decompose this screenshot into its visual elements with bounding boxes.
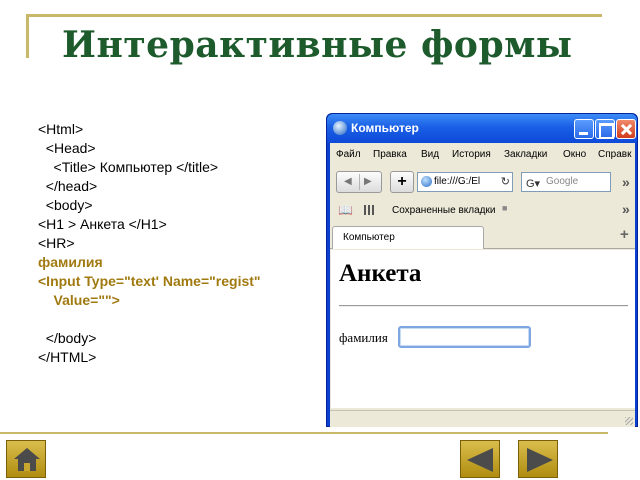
page-hr	[339, 305, 629, 307]
back-forward-group: ◀ ▶	[336, 171, 382, 193]
page-content: Анкета фамилия	[331, 250, 629, 408]
code-line: </head>	[38, 178, 98, 194]
maximize-button[interactable]	[595, 119, 615, 139]
bookmark-separator-icon: ■	[502, 203, 508, 213]
code-line: <Head>	[38, 140, 96, 156]
previous-slide-button[interactable]	[460, 440, 500, 478]
menu-bar: Файл Правка Вид История Закладки Окно Сп…	[330, 143, 635, 165]
frame-left-line	[26, 14, 29, 58]
forward-arrow-icon[interactable]: ▶	[364, 176, 372, 187]
frame-top-line	[26, 14, 602, 17]
minimize-button[interactable]	[574, 119, 594, 139]
menu-view[interactable]: Вид	[421, 149, 439, 160]
menu-history[interactable]: История	[452, 149, 491, 160]
reload-icon[interactable]: ↻	[501, 173, 510, 191]
home-icon-door	[24, 463, 30, 471]
search-placeholder: Google	[546, 176, 579, 187]
resize-grip-icon[interactable]	[625, 417, 633, 425]
search-box[interactable]: G▾ Google	[521, 172, 611, 192]
google-search-icon: G▾	[526, 178, 541, 190]
saved-tabs-bookmark[interactable]: Сохраненные вкладки	[392, 205, 495, 216]
menu-file[interactable]: Файл	[336, 149, 361, 160]
url-text: file:///G:/El	[434, 176, 481, 187]
menu-help[interactable]: Справк	[598, 149, 631, 160]
frame-bottom-line	[0, 432, 608, 434]
back-arrow-icon[interactable]: ◀	[344, 176, 352, 187]
menu-bookmarks[interactable]: Закладки	[504, 149, 547, 160]
code-line-highlight: <Input Type="text' Name="regist"	[38, 273, 261, 289]
code-line-highlight: фамилия	[38, 254, 103, 270]
bookmarks-overflow-chevron-icon[interactable]: »	[622, 201, 630, 217]
code-line: <Title> Компьютер </title>	[38, 159, 219, 175]
status-bar	[330, 410, 635, 427]
next-slide-button[interactable]	[518, 440, 558, 478]
tab-computer[interactable]: Компьютер	[332, 226, 484, 249]
arrow-left-icon	[467, 448, 493, 472]
book-icon[interactable]: 📖	[338, 203, 353, 217]
vertical-scrollbar[interactable]	[628, 250, 635, 408]
code-listing: <Html> <Head> <Title> Компьютер </title>…	[38, 120, 261, 367]
code-line: <body>	[38, 197, 93, 213]
url-bar[interactable]: file:///G:/El ↻	[417, 172, 513, 192]
menu-edit[interactable]: Правка	[373, 149, 407, 160]
bookmarks-toolbar: 📖 Сохраненные вкладки ■ »	[330, 199, 635, 221]
new-tab-plus-icon[interactable]: +	[390, 171, 414, 193]
back-forward-separator	[359, 174, 360, 190]
code-line: <H1 > Анкета </H1>	[38, 216, 167, 232]
code-line-highlight: Value="">	[38, 292, 120, 308]
surname-input[interactable]	[398, 326, 531, 348]
code-line: <HR>	[38, 235, 75, 251]
close-button[interactable]	[616, 119, 636, 139]
surname-label: фамилия	[339, 330, 388, 345]
code-line: <Html>	[38, 121, 84, 137]
grid-icon[interactable]	[364, 205, 376, 215]
home-icon	[14, 448, 40, 459]
toolbar-overflow-chevron-icon[interactable]: »	[622, 174, 630, 190]
page-heading: Анкета	[339, 260, 422, 287]
tab-bar: Компьютер +	[330, 223, 635, 249]
globe-icon	[421, 176, 432, 187]
code-line: </body>	[38, 330, 97, 346]
window-titlebar[interactable]: Компьютер	[327, 114, 637, 143]
menu-window[interactable]: Окно	[563, 149, 586, 160]
new-tab-button[interactable]: +	[620, 226, 629, 243]
arrow-right-icon	[527, 448, 553, 472]
slide-title: Интерактивные формы	[62, 24, 573, 66]
navigation-toolbar: ◀ ▶ + file:///G:/El ↻ G▾ Google »	[330, 167, 635, 197]
window-title: Компьютер	[351, 121, 419, 135]
code-line: </HTML>	[38, 349, 97, 365]
browser-client: Файл Правка Вид История Закладки Окно Сп…	[330, 143, 635, 427]
firefox-icon	[333, 121, 347, 135]
home-button[interactable]	[6, 440, 46, 478]
browser-window: Компьютер Файл Правка Вид История Заклад…	[326, 113, 638, 427]
